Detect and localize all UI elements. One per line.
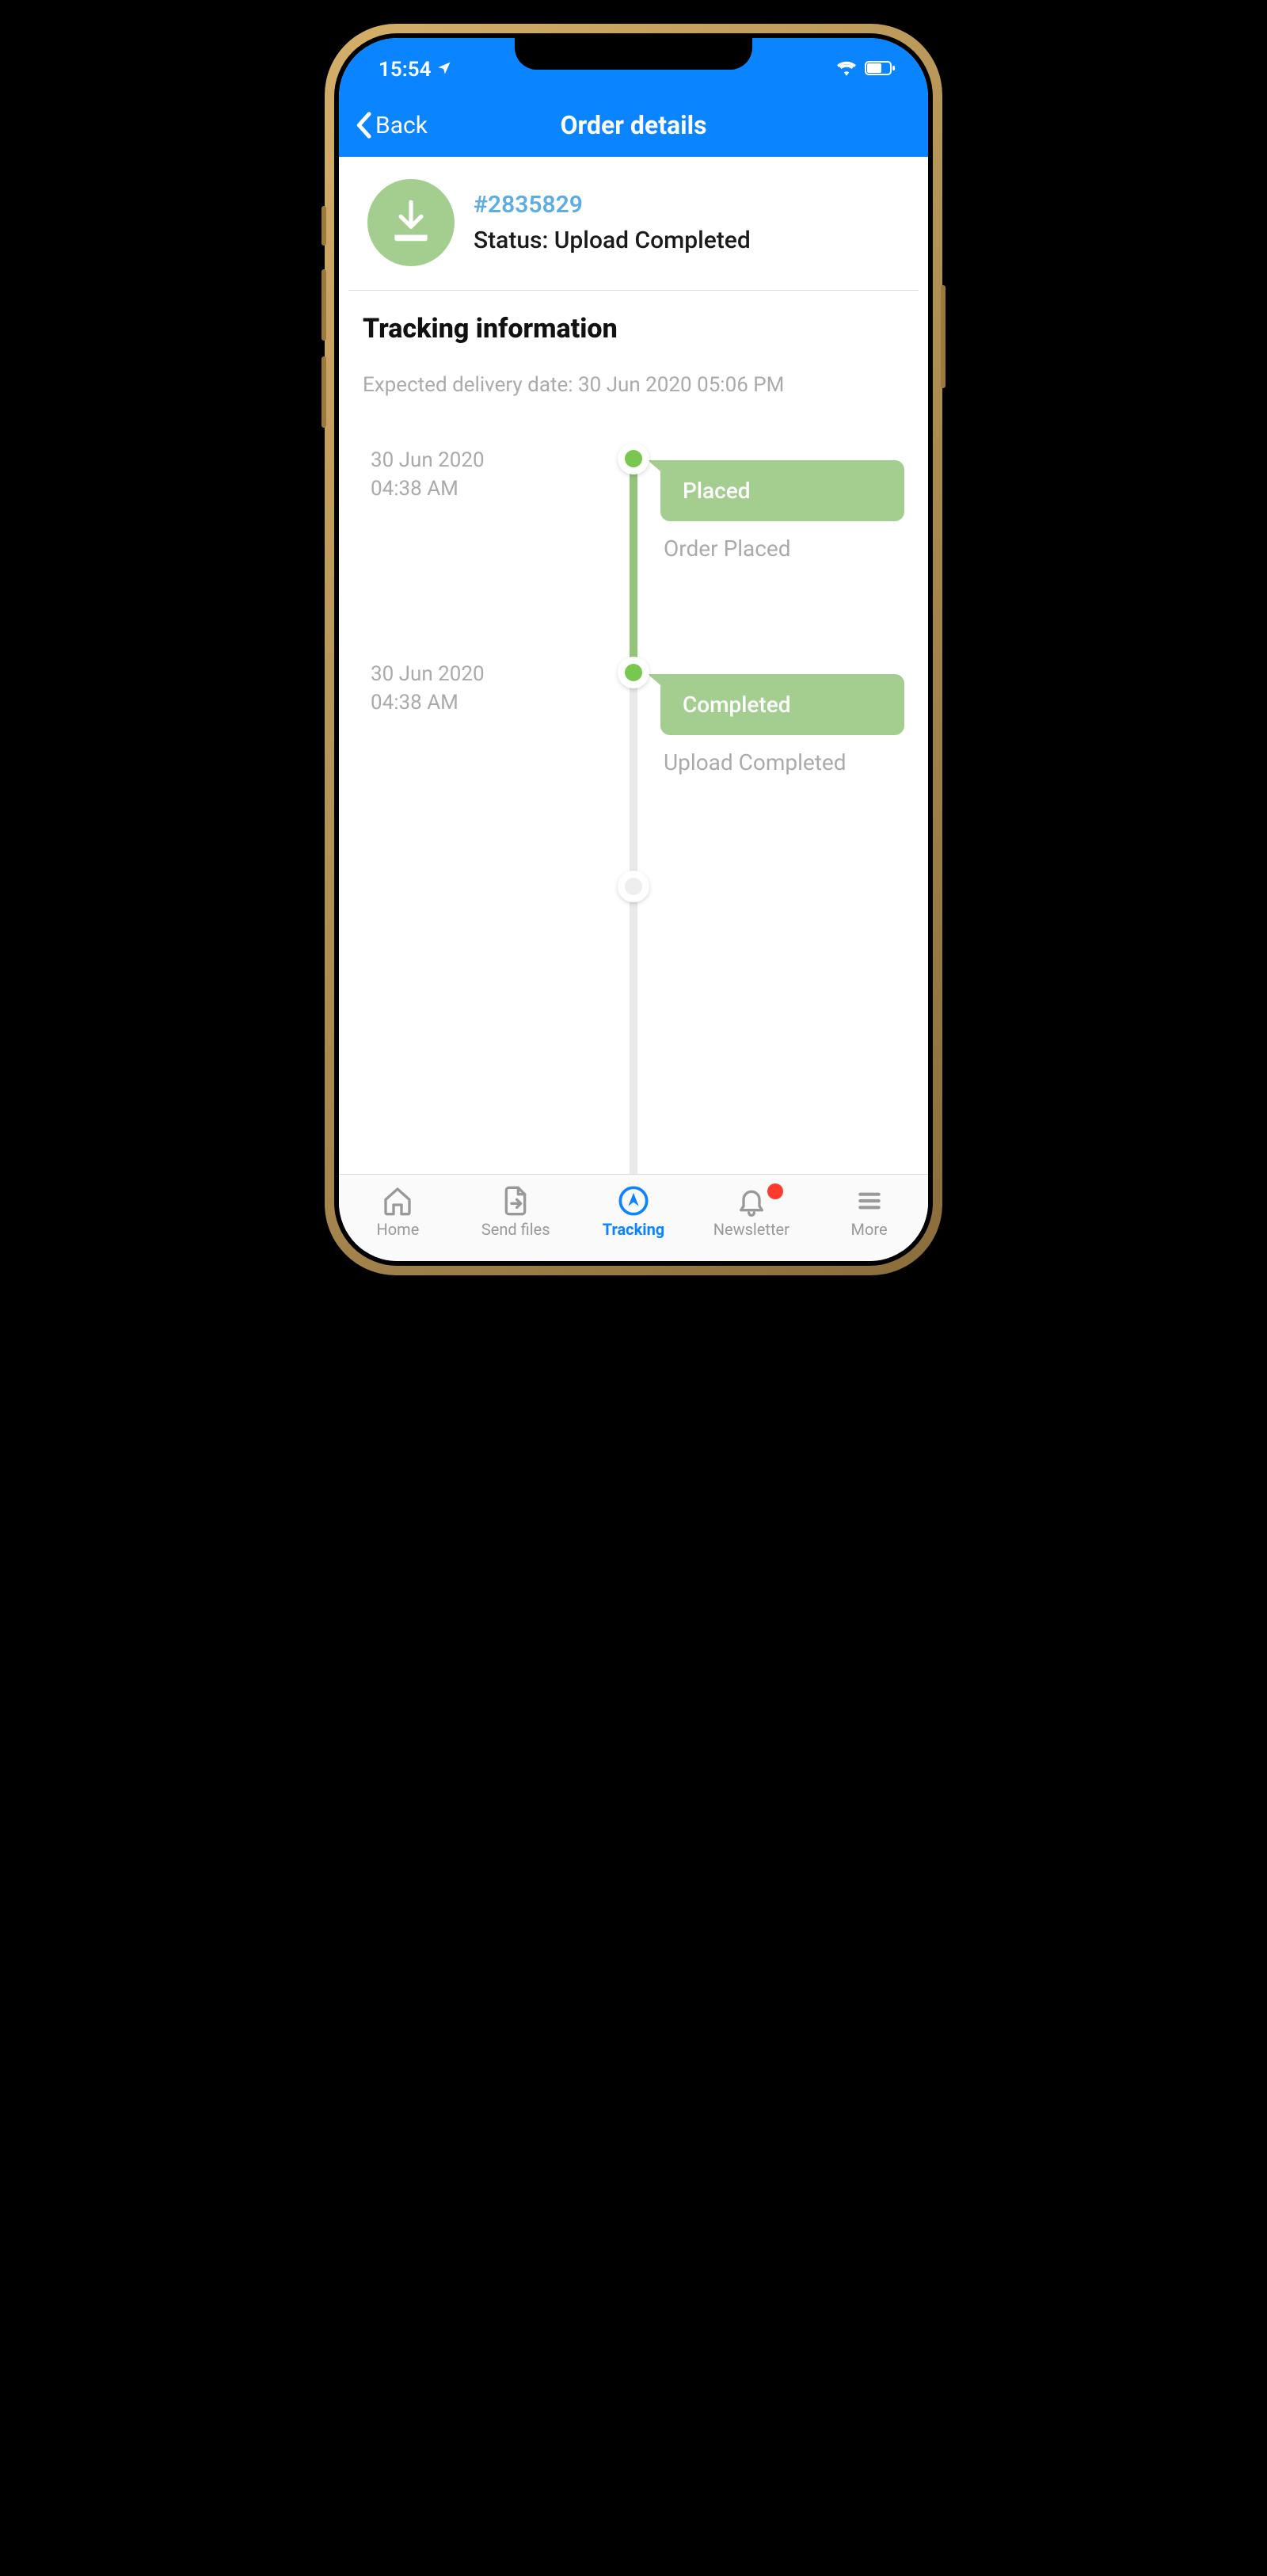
order-header: #2835829 Status: Upload Completed (348, 157, 919, 291)
tab-bar: Home Send files Tracking Newsletter (339, 1174, 928, 1261)
step-date-label: 30 Jun 2020 (371, 446, 586, 474)
volume-up-button (322, 269, 326, 341)
back-button[interactable]: Back (355, 112, 428, 139)
battery-icon (865, 58, 896, 82)
step-timestamp: 30 Jun 2020 04:38 AM (339, 650, 634, 864)
tab-home[interactable]: Home (339, 1185, 457, 1239)
tab-tracking[interactable]: Tracking (575, 1185, 693, 1239)
step-timestamp: 30 Jun 2020 04:38 AM (339, 436, 634, 650)
tab-label: Send files (481, 1220, 550, 1239)
home-icon (382, 1185, 413, 1217)
notification-badge (767, 1183, 783, 1199)
step-content: Completed Upload Completed (634, 650, 928, 864)
timeline-dot-icon (618, 657, 649, 688)
timeline-dot-icon (618, 443, 649, 474)
bell-icon (736, 1185, 767, 1217)
tracking-heading: Tracking information (339, 291, 928, 360)
tab-label: Home (376, 1220, 419, 1239)
download-icon (367, 179, 455, 266)
step-date-label: 30 Jun 2020 (371, 660, 586, 688)
timeline: 30 Jun 2020 04:38 AM Placed Order Placed… (339, 429, 928, 1174)
order-meta: #2835829 Status: Upload Completed (474, 191, 751, 254)
clock-label: 15:54 (379, 58, 432, 82)
step-content (634, 864, 928, 1070)
page-title: Order details (560, 110, 706, 140)
chevron-left-icon (355, 112, 372, 139)
order-status-label: Status: Upload Completed (474, 227, 751, 254)
location-icon (436, 58, 452, 82)
power-button (941, 285, 945, 388)
navigation-bar: Back Order details (339, 93, 928, 157)
mute-switch (322, 206, 326, 246)
tab-send-files[interactable]: Send files (457, 1185, 575, 1239)
tab-label: Newsletter (713, 1220, 789, 1239)
volume-down-button (322, 356, 326, 428)
status-left: 15:54 (379, 58, 452, 82)
back-label: Back (375, 112, 428, 139)
timeline-step (339, 864, 928, 1070)
order-id-label: #2835829 (474, 191, 751, 219)
navigation-icon (618, 1185, 649, 1217)
content-area[interactable]: #2835829 Status: Upload Completed Tracki… (339, 157, 928, 1174)
timeline-step: 30 Jun 2020 04:38 AM Placed Order Placed (339, 436, 928, 650)
phone-bezel: 15:54 Back (334, 33, 933, 1266)
status-sub-label: Order Placed (660, 535, 904, 562)
step-time-label: 04:38 AM (371, 474, 586, 503)
timeline-step: 30 Jun 2020 04:38 AM Completed Upload Co… (339, 650, 928, 864)
menu-icon (854, 1185, 885, 1217)
tab-label: Tracking (603, 1220, 664, 1239)
step-content: Placed Order Placed (634, 436, 928, 650)
step-time-label: 04:38 AM (371, 688, 586, 717)
file-arrow-icon (500, 1185, 531, 1217)
notch (515, 38, 752, 70)
tab-newsletter[interactable]: Newsletter (692, 1185, 810, 1239)
status-bubble: Completed (660, 674, 904, 735)
status-bubble: Placed (660, 460, 904, 521)
status-sub-label: Upload Completed (660, 749, 904, 775)
timeline-dot-icon (618, 871, 649, 902)
tab-label: More (851, 1220, 888, 1239)
step-timestamp (339, 864, 634, 1070)
status-right (836, 58, 896, 82)
screen: 15:54 Back (339, 38, 928, 1261)
expected-delivery-label: Expected delivery date: 30 Jun 2020 05:0… (339, 360, 928, 429)
tab-more[interactable]: More (810, 1185, 928, 1239)
phone-frame: 15:54 Back (325, 24, 942, 1275)
wifi-icon (836, 58, 857, 82)
